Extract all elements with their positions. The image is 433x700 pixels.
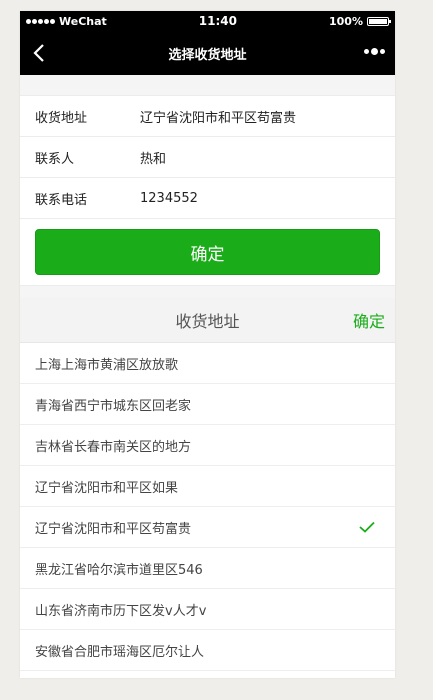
- address-text: 山东省济南市历下区发v人才v: [35, 603, 207, 619]
- address-item-7[interactable]: 安徽省合肥市瑶海区厄尔让人: [20, 630, 395, 671]
- address-list-title: 收货地址: [175, 312, 240, 331]
- address-text: 安徽省合肥市瑶海区厄尔让人: [35, 644, 205, 660]
- address-text: 上海上海市黄浦区放放歌: [35, 357, 179, 373]
- phone-screen: WeChat 11:40 100% 选择收货地址 收货地址 辽宁省沈阳市和平区苟…: [20, 11, 395, 678]
- battery-percent: 100%: [329, 14, 363, 28]
- section-spacer-2: [20, 285, 395, 298]
- confirm-wrap: 确定: [20, 219, 395, 285]
- address-item-4[interactable]: 辽宁省沈阳市和平区苟富贵: [20, 507, 395, 548]
- carrier-group: WeChat: [26, 15, 107, 28]
- contact-value[interactable]: 热和: [140, 148, 166, 167]
- address-item-6[interactable]: 山东省济南市历下区发v人才v: [20, 589, 395, 630]
- nav-bar: 选择收货地址: [20, 31, 395, 75]
- address-value[interactable]: 辽宁省沈阳市和平区苟富贵: [140, 107, 296, 126]
- status-bar: WeChat 11:40 100%: [20, 11, 395, 31]
- phone-value[interactable]: 1234552: [140, 191, 198, 206]
- contact-label: 联系人: [35, 151, 75, 167]
- address-item-3[interactable]: 辽宁省沈阳市和平区如果: [20, 466, 395, 507]
- address-text: 青海省西宁市城东区回老家: [35, 398, 192, 414]
- status-time: 11:40: [198, 14, 237, 28]
- address-text: 辽宁省沈阳市和平区苟富贵: [35, 521, 192, 537]
- checkmark-icon: [359, 521, 375, 533]
- battery-icon: [366, 16, 391, 26]
- confirm-button[interactable]: 确定: [35, 229, 380, 275]
- form-row-phone: 联系电话 1234552: [20, 178, 395, 219]
- signal-icon: [26, 18, 55, 24]
- address-list-header: 收货地址 确定: [20, 298, 395, 343]
- address-form: 收货地址 辽宁省沈阳市和平区苟富贵 联系人 热和 联系电话 1234552: [20, 96, 395, 219]
- address-item-5[interactable]: 黑龙江省哈尔滨市道里区546: [20, 548, 395, 589]
- address-list: 上海上海市黄浦区放放歌 青海省西宁市城东区回老家 吉林省长春市南关区的地方 辽宁…: [20, 343, 395, 671]
- address-text: 吉林省长春市南关区的地方: [35, 439, 192, 455]
- header-confirm-button[interactable]: 确定: [353, 308, 385, 332]
- address-item-0[interactable]: 上海上海市黄浦区放放歌: [20, 343, 395, 384]
- battery-group: 100%: [329, 14, 391, 28]
- address-text: 黑龙江省哈尔滨市道里区546: [35, 562, 203, 578]
- more-dots-icon[interactable]: [364, 48, 385, 55]
- carrier-label: WeChat: [59, 14, 107, 28]
- form-row-contact: 联系人 热和: [20, 137, 395, 178]
- address-text: 辽宁省沈阳市和平区如果: [35, 480, 179, 496]
- address-item-1[interactable]: 青海省西宁市城东区回老家: [20, 384, 395, 425]
- form-row-address: 收货地址 辽宁省沈阳市和平区苟富贵: [20, 96, 395, 137]
- address-item-2[interactable]: 吉林省长春市南关区的地方: [20, 425, 395, 466]
- page-title: 选择收货地址: [168, 47, 247, 63]
- chevron-left-icon[interactable]: [28, 41, 52, 65]
- address-label: 收货地址: [35, 110, 88, 126]
- phone-label: 联系电话: [35, 192, 88, 208]
- section-spacer: [20, 75, 395, 96]
